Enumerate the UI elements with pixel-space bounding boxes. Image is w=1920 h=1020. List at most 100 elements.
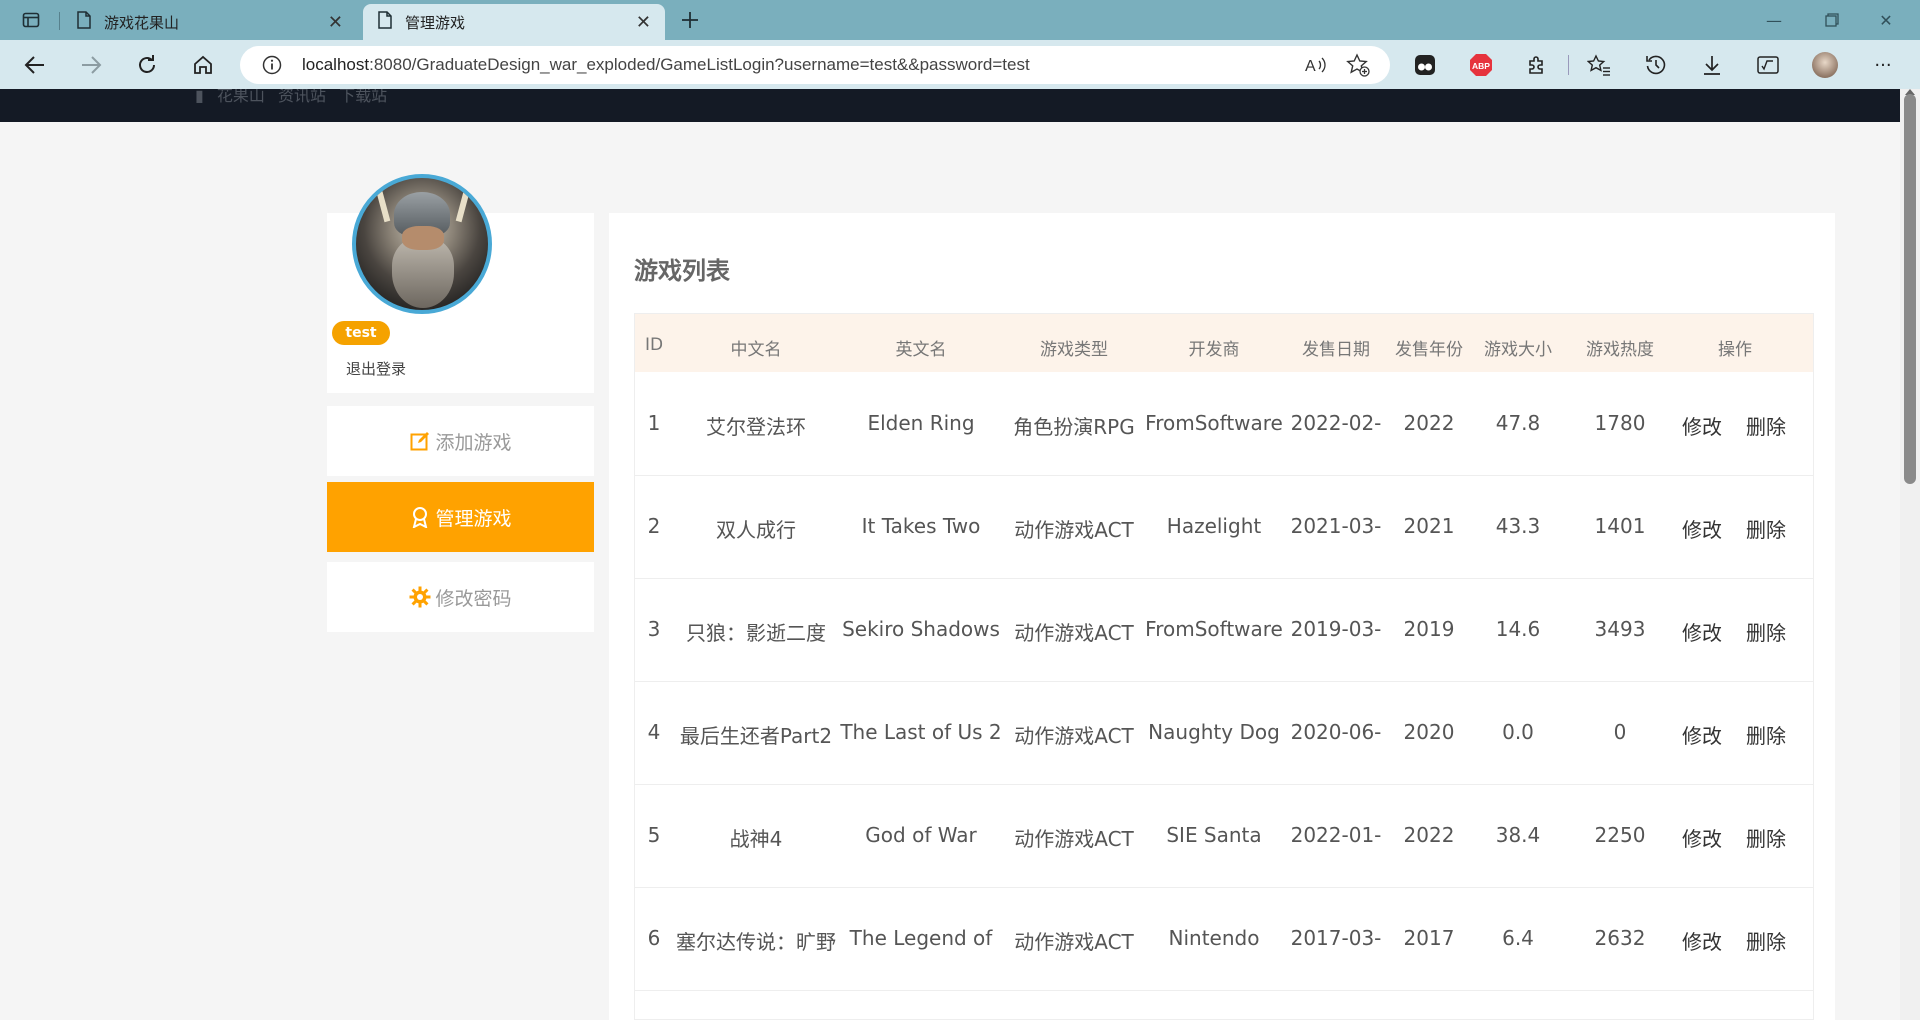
- history-icon[interactable]: [1643, 52, 1669, 78]
- browser-tab-bar: 游戏花果山 ✕ 管理游戏 ✕ — ✕: [0, 0, 1920, 40]
- scrollbar-thumb[interactable]: [1904, 94, 1916, 484]
- cell-type: 角色扮演RPG: [1013, 415, 1135, 439]
- row-divider: [635, 681, 1813, 682]
- top-nav: ▮ 花果山 资讯站 下载站: [0, 89, 1900, 122]
- cell-type: 动作游戏ACT: [1014, 827, 1134, 851]
- username-badge: test: [332, 321, 390, 345]
- cell-release-year: 2021: [1403, 514, 1455, 538]
- cell-en-name: God of War: [865, 823, 977, 847]
- cell-type: 动作游戏ACT: [1014, 724, 1134, 748]
- cell-id: 3: [647, 617, 661, 641]
- new-tab-icon[interactable]: [678, 8, 702, 32]
- cell-developer: Nintendo: [1168, 926, 1260, 950]
- home-icon[interactable]: ▮: [195, 89, 204, 105]
- close-icon[interactable]: ✕: [636, 12, 651, 33]
- favorite-add-icon[interactable]: [1346, 53, 1370, 77]
- cell-en-name: Elden Ring: [867, 411, 975, 435]
- col-cn-name: 中文名: [730, 340, 782, 360]
- cell-release-year: 2020: [1403, 720, 1455, 744]
- adblock-plus-icon[interactable]: ABP: [1468, 52, 1494, 78]
- cell-cn-name: 艾尔登法环: [706, 415, 806, 439]
- edit-button[interactable]: 修改: [1680, 617, 1724, 646]
- edit-button[interactable]: 修改: [1680, 926, 1724, 955]
- svg-text:A: A: [1305, 58, 1316, 75]
- close-icon[interactable]: ✕: [328, 12, 343, 33]
- cell-id: 5: [647, 823, 661, 847]
- edit-button[interactable]: 修改: [1680, 514, 1724, 543]
- tab-actions-icon[interactable]: [19, 8, 43, 32]
- info-icon[interactable]: [262, 55, 282, 79]
- cell-release-date: 2017-03-: [1290, 926, 1382, 950]
- menu-manage-games[interactable]: 管理游戏: [327, 482, 594, 552]
- menu-add-game[interactable]: 添加游戏: [327, 406, 594, 476]
- delete-button[interactable]: 删除: [1744, 720, 1788, 749]
- read-aloud-icon[interactable]: A: [1304, 53, 1328, 77]
- more-icon[interactable]: ···: [1870, 52, 1896, 78]
- favorites-icon[interactable]: [1586, 52, 1612, 78]
- edit-button[interactable]: 修改: [1680, 823, 1724, 852]
- cell-developer: Hazelight: [1166, 514, 1262, 538]
- cell-developer: SIE Santa: [1166, 823, 1262, 847]
- tab-manage-games[interactable]: 管理游戏 ✕: [363, 4, 665, 40]
- minimize-icon[interactable]: —: [1762, 8, 1786, 32]
- tampermonkey-icon[interactable]: [1412, 52, 1438, 78]
- cell-heat: 3493: [1594, 617, 1646, 641]
- cell-developer: FromSoftware: [1145, 411, 1283, 435]
- menu-label: 管理游戏: [435, 507, 512, 530]
- math-solver-icon[interactable]: [1755, 52, 1781, 78]
- url-host: localhost: [302, 55, 370, 74]
- edit-icon: [409, 430, 431, 452]
- url-text[interactable]: localhost:8080/GraduateDesign_war_explod…: [302, 55, 1030, 75]
- cell-heat: 0: [1613, 720, 1627, 744]
- tab-game-home[interactable]: 游戏花果山 ✕: [62, 4, 357, 40]
- home-icon[interactable]: [188, 50, 218, 80]
- cell-size: 38.4: [1495, 823, 1541, 847]
- forward-icon[interactable]: [76, 50, 106, 80]
- cell-release-date: 2022-01-: [1290, 823, 1382, 847]
- top-nav-link-news[interactable]: 资讯站: [278, 89, 326, 105]
- profile-avatar[interactable]: [1812, 52, 1838, 78]
- row-divider: [635, 784, 1813, 785]
- row-divider: [635, 475, 1813, 476]
- col-developer: 开发商: [1188, 340, 1240, 360]
- row-divider: [635, 887, 1813, 888]
- extensions-icon[interactable]: [1524, 52, 1550, 78]
- refresh-icon[interactable]: [132, 50, 162, 80]
- cell-id: 4: [647, 720, 661, 744]
- delete-button[interactable]: 删除: [1744, 617, 1788, 646]
- menu-change-password[interactable]: 修改密码: [327, 562, 594, 632]
- cell-cn-name: 塞尔达传说：旷野: [676, 930, 836, 954]
- col-heat: 游戏热度: [1586, 340, 1654, 360]
- delete-button[interactable]: 删除: [1744, 926, 1788, 955]
- page-icon: [377, 11, 393, 33]
- cell-heat: 2632: [1594, 926, 1646, 950]
- delete-button[interactable]: 删除: [1744, 514, 1788, 543]
- cell-type: 动作游戏ACT: [1014, 621, 1134, 645]
- address-bar[interactable]: localhost:8080/GraduateDesign_war_explod…: [240, 46, 1390, 84]
- restore-icon[interactable]: [1820, 8, 1844, 32]
- menu-label: 添加游戏: [435, 431, 512, 454]
- edit-button[interactable]: 修改: [1680, 411, 1724, 440]
- back-icon[interactable]: [20, 50, 50, 80]
- page-scrollbar[interactable]: [1900, 89, 1920, 1020]
- top-nav-links: ▮ 花果山 资讯站 下载站: [195, 89, 395, 106]
- cell-release-year: 2022: [1403, 411, 1455, 435]
- close-window-icon[interactable]: ✕: [1874, 8, 1898, 32]
- cell-release-date: 2022-02-: [1290, 411, 1382, 435]
- top-nav-link-download[interactable]: 下载站: [339, 89, 387, 105]
- top-nav-link-home[interactable]: 花果山: [217, 89, 265, 105]
- tab-title: 管理游戏: [405, 13, 466, 32]
- cell-cn-name: 战神4: [729, 827, 783, 851]
- col-id: ID: [644, 335, 664, 355]
- delete-button[interactable]: 删除: [1744, 823, 1788, 852]
- delete-button[interactable]: 删除: [1744, 411, 1788, 440]
- logout-link[interactable]: 退出登录: [346, 358, 406, 379]
- cell-cn-name: 只狼：影逝二度: [686, 621, 826, 645]
- user-avatar: [352, 174, 492, 314]
- cell-heat: 2250: [1594, 823, 1646, 847]
- edit-button[interactable]: 修改: [1680, 720, 1724, 749]
- downloads-icon[interactable]: [1699, 52, 1725, 78]
- col-actions: 操作: [1718, 340, 1752, 360]
- cell-size: 6.4: [1502, 926, 1534, 950]
- page-title: 游戏列表: [634, 257, 730, 285]
